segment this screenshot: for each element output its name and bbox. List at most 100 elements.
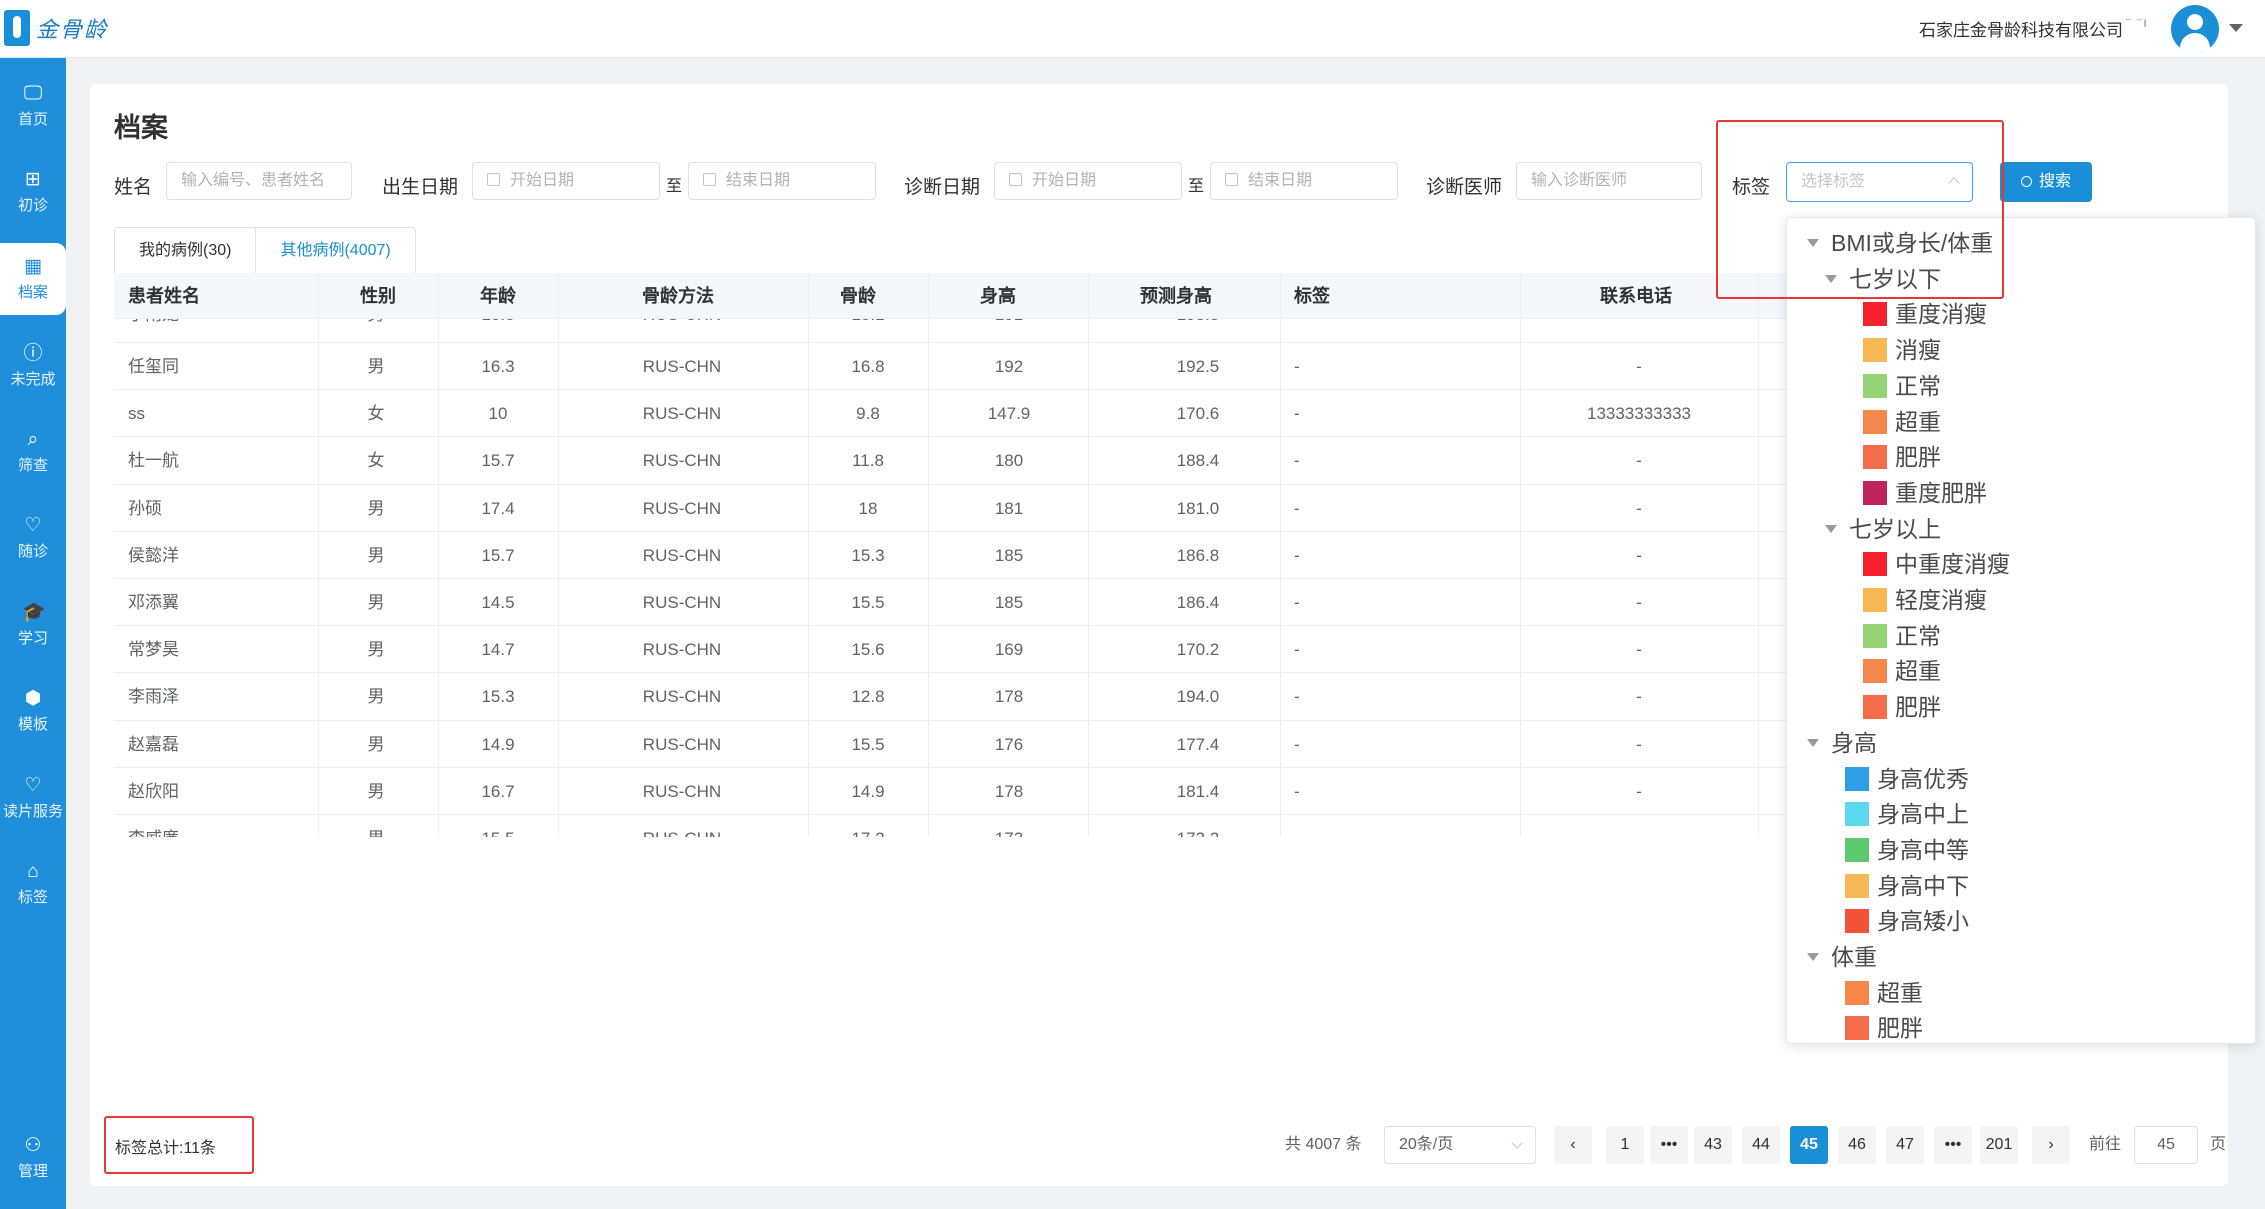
cell-height: 178 xyxy=(994,781,1024,801)
caret-down-icon[interactable] xyxy=(1825,524,1837,533)
logo-icon xyxy=(4,10,30,46)
prev-page-button[interactable]: ‹ xyxy=(1554,1126,1592,1164)
tree-tag-node[interactable]: 中重度消瘦 xyxy=(1787,547,2255,581)
sidebar-item-reading-service[interactable]: ♡ 读片服务 xyxy=(0,762,66,834)
cell-bone-age: 15.6 xyxy=(851,640,885,660)
cell-bone-age: 14.9 xyxy=(851,781,885,801)
name-input[interactable]: 输入编号、患者姓名 xyxy=(166,162,352,200)
page-number-button[interactable]: 45 xyxy=(1790,1126,1828,1164)
sidebar-item-archive[interactable]: ▦ 档案 xyxy=(0,243,66,315)
cell-predicted-height: 186.4 xyxy=(1176,592,1220,612)
tree-tag-node[interactable]: 身高中等 xyxy=(1787,833,2255,867)
calendar-icon xyxy=(703,173,716,186)
birth-start-date-input[interactable]: 开始日期 xyxy=(472,162,660,200)
column-header-name[interactable]: 患者姓名 xyxy=(128,273,200,319)
tree-tag-node[interactable]: 肥胖 xyxy=(1787,1011,2255,1045)
sidebar-item-learning[interactable]: 🎓 学习 xyxy=(0,589,66,661)
tree-tag-node[interactable]: 超重 xyxy=(1787,976,2255,1010)
page-number-button[interactable]: 43 xyxy=(1694,1126,1732,1164)
tree-group-node[interactable]: 身高 xyxy=(1787,726,2255,760)
cell-height: 169 xyxy=(994,640,1024,660)
tree-node-label: 超重 xyxy=(1895,658,1941,685)
tree-tag-node[interactable]: 身高矮小 xyxy=(1787,904,2255,938)
tab-other-cases[interactable]: 其他病例(4007) xyxy=(256,228,414,274)
column-header-bone-age-method[interactable]: 骨龄方法 xyxy=(642,273,714,319)
tree-tag-node[interactable]: 超重 xyxy=(1787,405,2255,439)
cell-gender: 男 xyxy=(367,592,385,612)
page-ellipsis-button[interactable]: ••• xyxy=(1650,1126,1688,1164)
page-number-button[interactable]: 44 xyxy=(1742,1126,1780,1164)
search-button[interactable]: 搜索 xyxy=(2000,162,2092,202)
tree-tag-node[interactable]: 正常 xyxy=(1787,369,2255,403)
tree-group-node[interactable]: 七岁以上 xyxy=(1787,512,2255,546)
tree-tag-node[interactable]: 身高中上 xyxy=(1787,797,2255,831)
user-avatar[interactable] xyxy=(2171,5,2219,53)
column-header-tag[interactable]: 标签 xyxy=(1294,273,1330,319)
tree-tag-node[interactable]: 肥胖 xyxy=(1787,690,2255,724)
cell-method: RUS-CHN xyxy=(560,815,804,837)
sidebar-item-label: 未完成 xyxy=(10,371,56,388)
sidebar-item-incomplete[interactable]: ⓘ 未完成 xyxy=(0,330,66,402)
column-header-height[interactable]: 身高 xyxy=(980,273,1016,319)
page-number-button[interactable]: 47 xyxy=(1886,1126,1924,1164)
page-number-button[interactable]: 46 xyxy=(1838,1126,1876,1164)
tree-node-label: 正常 xyxy=(1895,372,1941,399)
column-header-bone-age[interactable]: 骨龄 xyxy=(840,273,876,319)
date-range-separator: 至 xyxy=(666,178,683,195)
tree-tag-node[interactable]: 重度肥胖 xyxy=(1787,476,2255,510)
page-ellipsis-button[interactable]: ••• xyxy=(1934,1126,1972,1164)
sidebar-item-label: 首页 xyxy=(17,111,48,128)
cell-predicted-height: 170.6 xyxy=(1176,404,1220,424)
tree-tag-node[interactable]: 身高优秀 xyxy=(1787,762,2255,796)
doctor-input[interactable]: 输入诊断医师 xyxy=(1516,162,1702,200)
cell-name: 常梦昊 xyxy=(128,640,179,660)
tag-color-swatch xyxy=(1863,695,1887,720)
goto-label: 前往 xyxy=(2089,1136,2122,1153)
cell-predicted-height: 170.2 xyxy=(1176,640,1220,660)
column-header-predicted-height[interactable]: 预测身高 xyxy=(1140,273,1212,319)
sidebar-item-label: 学习 xyxy=(17,630,48,647)
tree-tag-node[interactable]: 轻度消瘦 xyxy=(1787,583,2255,617)
cell-name: 任玺同 xyxy=(128,357,179,376)
goto-page-input[interactable]: 45 xyxy=(2134,1126,2198,1164)
tree-tag-node[interactable]: 肥胖 xyxy=(1787,440,2255,474)
column-header-gender[interactable]: 性别 xyxy=(360,273,396,319)
birth-end-date-input[interactable]: 结束日期 xyxy=(688,162,876,200)
avatar-head xyxy=(2187,14,2203,30)
caret-down-icon[interactable] xyxy=(1807,953,1819,961)
tree-tag-node[interactable]: 消瘦 xyxy=(1787,333,2255,367)
tree-tag-node[interactable]: 重度消瘦 xyxy=(1787,297,2255,331)
cell-predicted-height: 194.0 xyxy=(1176,687,1220,707)
user-gear-icon: ⚇ xyxy=(24,1135,42,1156)
page-number-button[interactable]: 201 xyxy=(1980,1126,2018,1164)
tree-node-label: 身高矮小 xyxy=(1877,908,1969,935)
diagnosis-start-date-input[interactable]: 开始日期 xyxy=(994,162,1182,200)
tree-group-node[interactable]: 体重 xyxy=(1787,940,2255,974)
sidebar-item-screening[interactable]: ⌕ 筛查 xyxy=(0,416,66,488)
column-header-phone[interactable]: 联系电话 xyxy=(1600,273,1672,319)
logo[interactable]: 金骨龄 xyxy=(4,10,108,46)
cell-name: 李雨泽 xyxy=(128,687,179,707)
sidebar-item-template[interactable]: ⬢ 模板 xyxy=(0,675,66,747)
sidebar-item-follow-up[interactable]: ♡ 随诊 xyxy=(0,502,66,574)
page-number-button[interactable]: 1 xyxy=(1606,1126,1644,1164)
tree-tag-node[interactable]: 正常 xyxy=(1787,619,2255,653)
tree-node-label: 肥胖 xyxy=(1895,694,1941,721)
sidebar-item-first-visit[interactable]: ⊞ 初诊 xyxy=(0,156,66,228)
cell-tag: - xyxy=(1294,451,1300,471)
tree-tag-node[interactable]: 超重 xyxy=(1787,654,2255,688)
tree-tag-node[interactable]: 身高中下 xyxy=(1787,869,2255,903)
sidebar-item-label: 读片服务 xyxy=(2,803,63,820)
sidebar-item-home[interactable]: 🖵 首页 xyxy=(0,70,66,142)
diagnosis-end-date-input[interactable]: 结束日期 xyxy=(1210,162,1398,200)
column-header-age[interactable]: 年龄 xyxy=(480,273,516,319)
chevron-down-icon[interactable] xyxy=(2229,24,2243,32)
next-page-button[interactable]: › xyxy=(2032,1126,2070,1164)
tag-color-swatch xyxy=(1845,909,1869,934)
cell-phone: - xyxy=(1636,498,1642,518)
sidebar-item-manage[interactable]: ⚇ 管理 xyxy=(0,1122,66,1194)
caret-down-icon[interactable] xyxy=(1807,738,1819,747)
page-size-select[interactable]: 20条/页 xyxy=(1384,1126,1536,1164)
tab-my-cases[interactable]: 我的病例(30) xyxy=(115,228,257,274)
sidebar-item-tags[interactable]: ⌂ 标签 xyxy=(0,848,66,920)
